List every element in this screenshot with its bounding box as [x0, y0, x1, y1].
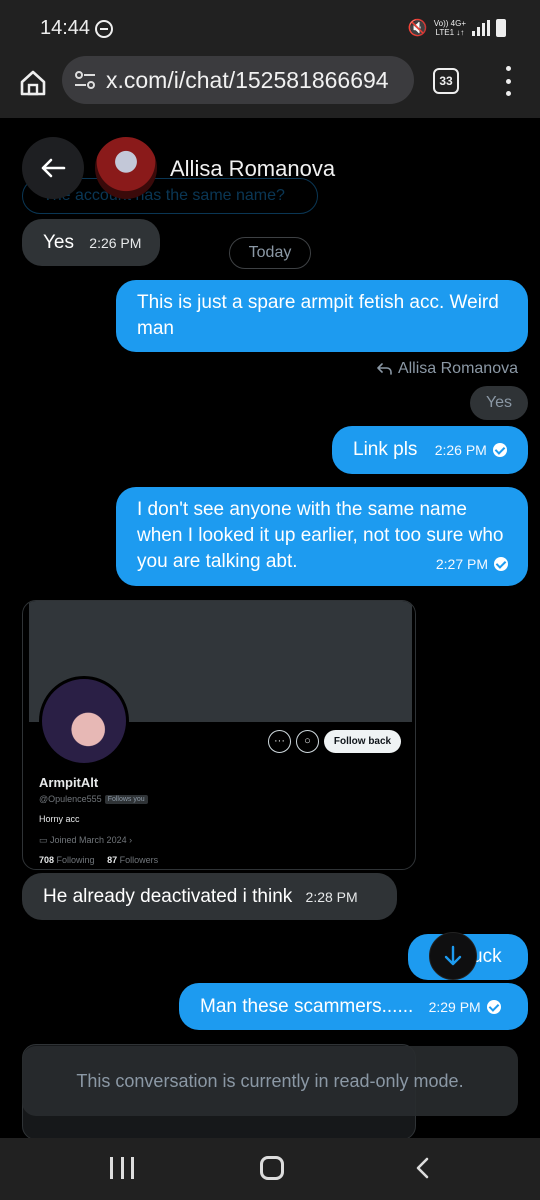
arrow-left-icon	[41, 158, 66, 178]
following-count: 708	[39, 855, 55, 865]
tab-switcher-button[interactable]: 33	[433, 68, 459, 94]
followers-count: 87	[107, 855, 118, 865]
read-only-notice: This conversation is currently in read-o…	[22, 1046, 518, 1116]
home-nav-icon[interactable]	[260, 1156, 284, 1180]
message-text: Yes	[43, 232, 74, 253]
contact-avatar[interactable]	[95, 137, 157, 199]
message-time: 2:29 PM	[428, 999, 481, 1015]
scroll-to-bottom-button[interactable]	[429, 932, 477, 980]
message-bubble-outgoing[interactable]: I don't see anyone with the same name wh…	[116, 487, 528, 586]
profile-handle: @Opulence555	[39, 794, 102, 804]
message-time: 2:26 PM	[89, 235, 142, 251]
contact-name[interactable]: Allisa Romanova	[170, 156, 335, 182]
message-text: Link pls	[353, 439, 418, 460]
url-text[interactable]: x.com/i/chat/152581866694	[106, 67, 406, 94]
do-not-disturb-icon	[95, 20, 113, 38]
browser-toolbar: x.com/i/chat/152581866694 33	[0, 56, 540, 118]
profile-avatar	[39, 676, 129, 766]
read-check-icon	[492, 443, 507, 457]
follows-you-badge: Follows you	[104, 795, 148, 804]
message-bubble-outgoing[interactable]: This is just a spare armpit fetish acc. …	[116, 280, 528, 352]
profile-screenshot-card[interactable]: ··· ○ Follow back ArmpitAlt @Opulence555…	[22, 600, 416, 870]
status-bar: 14:44 🔇 Vo)) 4G+ LTE1 ↓↑	[0, 0, 540, 56]
message-text: He already deactivated i think	[43, 886, 293, 907]
profile-joined-row: ▭ Joined March 2024 ›	[39, 835, 132, 846]
message-bubble-outgoing[interactable]: Man these scammers...... 2:29 PM	[179, 983, 528, 1030]
mute-icon: 🔇	[407, 20, 428, 37]
network-bottom-text: LTE1 ↓↑	[435, 28, 465, 37]
message-time: 2:28 PM	[305, 889, 358, 905]
read-check-icon	[494, 557, 508, 571]
message-icon: ○	[296, 730, 319, 753]
following-label: Following	[56, 855, 95, 865]
recents-icon[interactable]	[110, 1157, 134, 1179]
profile-display-name: ArmpitAlt	[39, 775, 99, 790]
back-button[interactable]	[22, 137, 84, 199]
followers-label: Followers	[119, 855, 159, 865]
reply-label: Allisa Romanova	[376, 360, 518, 378]
address-bar[interactable]: x.com/i/chat/152581866694	[62, 56, 414, 104]
message-text: Man these scammers......	[200, 996, 414, 1017]
network-indicator: Vo)) 4G+ LTE1 ↓↑	[434, 19, 466, 37]
follow-back-button: Follow back	[324, 730, 401, 753]
site-settings-icon[interactable]	[74, 70, 96, 90]
reply-icon	[377, 363, 392, 375]
chevron-right-icon: ›	[129, 835, 133, 845]
more-menu-icon[interactable]	[500, 66, 516, 96]
calendar-icon: ▭	[39, 835, 48, 845]
profile-handle-row: @Opulence555 Follows you	[39, 794, 148, 804]
network-top-text: Vo)) 4G+	[433, 19, 466, 28]
arrow-down-icon	[444, 945, 462, 966]
back-nav-icon[interactable]	[412, 1156, 434, 1180]
profile-bio: Horny acc	[39, 814, 80, 824]
message-text: This is just a spare armpit fetish acc. …	[137, 292, 499, 339]
message-bubble-outgoing[interactable]: Link pls 2:26 PM	[332, 426, 528, 474]
status-icons: 🔇 Vo)) 4G+ LTE1 ↓↑	[408, 18, 506, 38]
more-options-icon: ···	[268, 730, 291, 753]
signal-icon	[472, 20, 490, 36]
home-icon[interactable]	[18, 68, 48, 98]
status-time: 14:44	[40, 17, 91, 39]
profile-stats: 708 Following 87 Followers	[39, 855, 158, 865]
reply-to-name: Allisa Romanova	[397, 360, 518, 377]
system-nav-bar	[0, 1138, 540, 1200]
message-bubble-incoming[interactable]: Yes 2:26 PM	[22, 219, 160, 266]
reply-quote[interactable]: Yes	[470, 386, 528, 420]
message-time: 2:27 PM	[435, 556, 488, 572]
battery-icon	[496, 19, 506, 37]
day-separator: Today	[229, 237, 311, 269]
profile-joined: Joined March 2024	[50, 835, 127, 845]
message-bubble-incoming[interactable]: He already deactivated i think 2:28 PM	[22, 873, 397, 920]
read-check-icon	[486, 1000, 501, 1014]
message-time: 2:26 PM	[434, 442, 487, 458]
